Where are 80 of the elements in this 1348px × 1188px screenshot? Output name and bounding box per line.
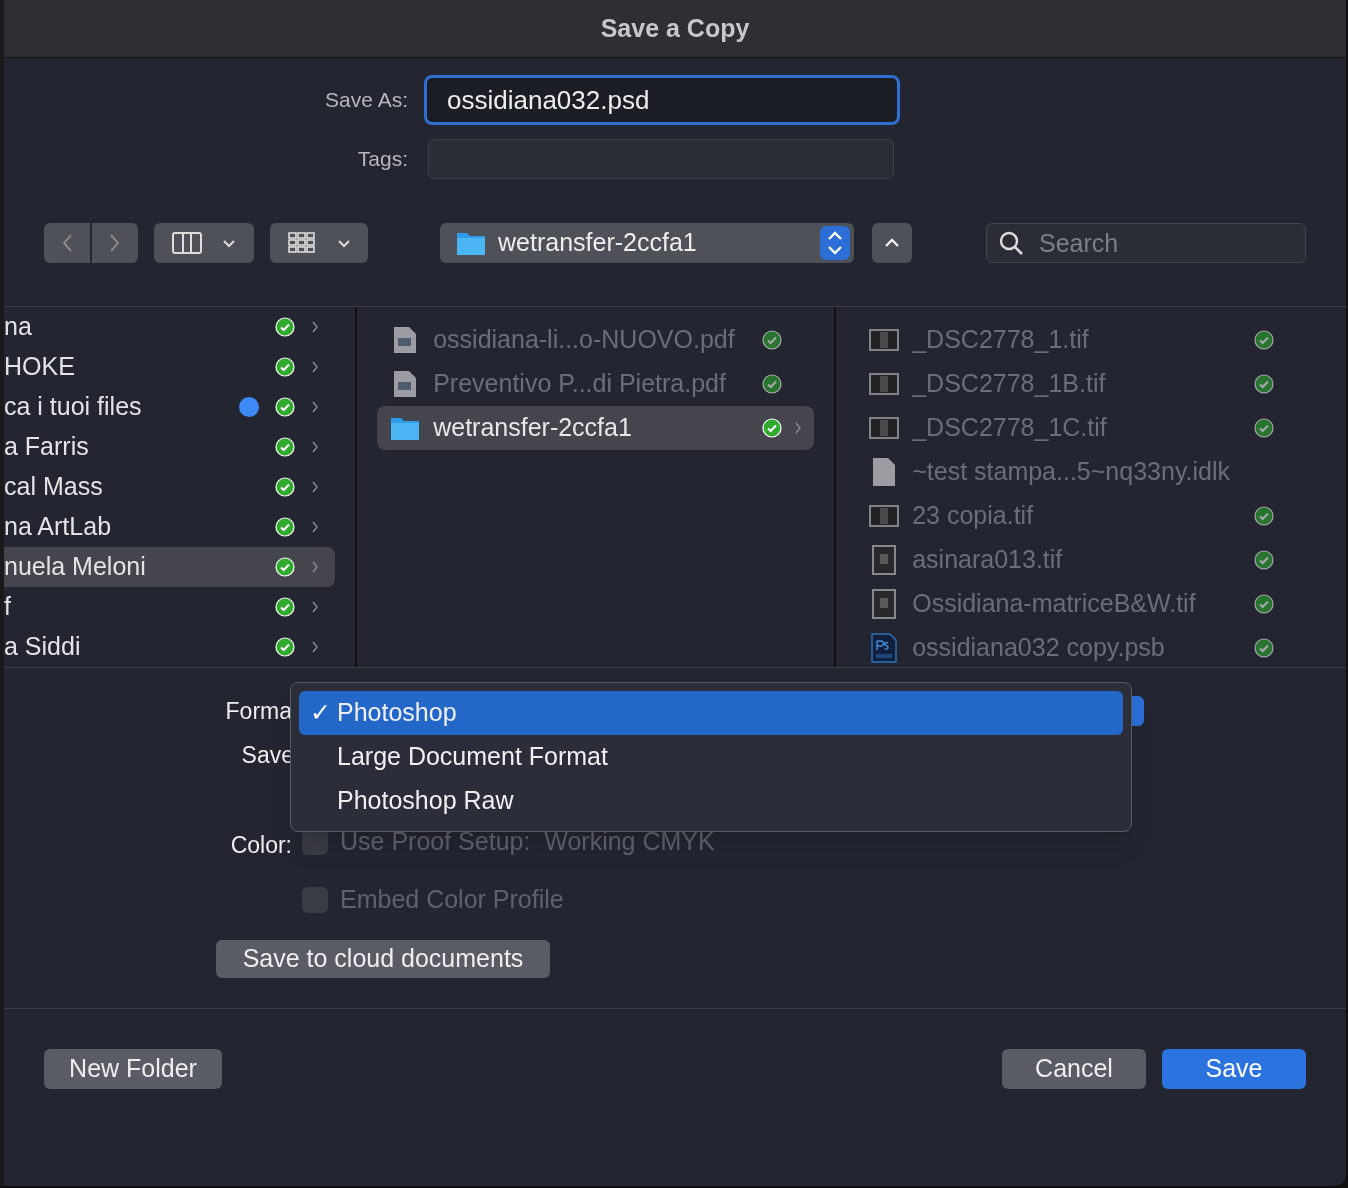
caret-down-icon: [337, 238, 351, 248]
save-button[interactable]: Save: [1162, 1049, 1306, 1089]
chevron-right-icon: [311, 401, 320, 413]
sidebar-label: na ArtLab: [4, 511, 112, 543]
columns-icon: [172, 232, 202, 254]
image-thumbnail-icon: [869, 329, 900, 351]
parent-folder-button[interactable]: [872, 223, 912, 263]
chevron-right-icon: [311, 521, 320, 533]
tags-label: Tags:: [356, 146, 409, 173]
chevron-right-icon: [311, 321, 320, 333]
cloud-documents-button[interactable]: Save to cloud documents: [216, 940, 550, 978]
sidebar-item[interactable]: nuela Meloni: [4, 547, 336, 587]
chevron-right-icon: [109, 233, 121, 253]
sidebar-label: nuela Meloni: [4, 551, 146, 583]
image-thumbnail-icon: [869, 505, 900, 527]
sidebar-label: ca i tuoi files: [4, 391, 142, 423]
chevron-right-icon: [311, 481, 320, 493]
cancel-button[interactable]: Cancel: [1002, 1049, 1146, 1089]
sidebar-item[interactable]: a Siddi: [4, 627, 336, 667]
document-icon: [872, 457, 897, 487]
group-view-button[interactable]: [270, 223, 368, 263]
file-name: Preventivo P...di Pietra.pdf: [433, 368, 726, 400]
pdf-file-icon: [393, 370, 418, 398]
save-as-field[interactable]: ossidiana032.psd: [424, 75, 900, 125]
stepper-icon: [820, 226, 850, 260]
menu-item[interactable]: ✓ Photoshop: [299, 691, 1123, 735]
image-thumbnail-icon: [872, 545, 897, 575]
file-name: wetransfer-2ccfa1: [433, 412, 632, 444]
new-folder-button[interactable]: New Folder: [44, 1049, 222, 1089]
file-name: ~test stampa...5~nq33ny.idlk: [912, 456, 1230, 488]
menu-item[interactable]: Photoshop Raw: [299, 779, 1123, 823]
grid-icon: [287, 231, 317, 255]
chevron-right-icon: [311, 361, 320, 373]
file-name: _DSC2778_1B.tif: [912, 368, 1106, 400]
image-thumbnail-icon: [872, 589, 897, 619]
sidebar-label: a Siddi: [4, 631, 81, 663]
menu-item[interactable]: Large Document Format: [299, 735, 1123, 779]
image-thumbnail-icon: [869, 373, 900, 395]
column-view-button[interactable]: [154, 223, 254, 263]
format-label: Forma: [224, 696, 293, 726]
chevron-right-icon: [794, 422, 803, 434]
save-as-label: Save As:: [324, 87, 409, 114]
tags-field[interactable]: [428, 139, 894, 179]
sidebar-label: f: [4, 591, 11, 623]
window-title: Save a Copy: [600, 12, 750, 44]
sidebar-label: a Farris: [4, 431, 89, 463]
chevron-right-icon: [311, 641, 320, 653]
search-icon: [998, 230, 1024, 256]
sidebar-label: HOKE: [4, 351, 75, 383]
color-label: Color:: [229, 831, 293, 860]
file-name: _DSC2778_1.tif: [912, 324, 1089, 356]
sidebar-item[interactable]: f: [4, 587, 336, 627]
sidebar-item[interactable]: na: [4, 307, 336, 347]
chevron-right-icon: [311, 601, 320, 613]
sidebar-item[interactable]: cal Mass: [4, 467, 336, 507]
file-name: _DSC2778_1C.tif: [912, 412, 1107, 444]
chevron-up-icon: [884, 238, 900, 248]
image-thumbnail-icon: [869, 417, 900, 439]
sidebar-item[interactable]: na ArtLab: [4, 507, 336, 547]
file-name: asinara013.tif: [912, 544, 1063, 576]
sidebar-item[interactable]: ca i tuoi files: [4, 387, 336, 427]
sidebar-item[interactable]: a Farris: [4, 427, 336, 467]
sidebar-item[interactable]: HOKE: [4, 347, 336, 387]
file-name: ossidiana032 copy.psb: [912, 632, 1165, 664]
file-name: ossidiana-li...o-NUOVO.pdf: [433, 324, 735, 356]
photoshop-file-icon: [871, 633, 898, 663]
chevron-left-icon: [61, 233, 73, 253]
folder-icon: [390, 415, 421, 441]
file-name: Ossidiana-matriceB&W.tif: [912, 588, 1196, 620]
search-field[interactable]: Search: [986, 223, 1306, 263]
location-popup[interactable]: wetransfer-2ccfa1: [440, 223, 854, 263]
file-row[interactable]: wetransfer-2ccfa1: [377, 406, 815, 450]
chevron-right-icon: [311, 441, 320, 453]
chevron-right-icon: [311, 561, 320, 573]
caret-down-icon: [222, 238, 236, 248]
pdf-file-icon: [393, 326, 418, 354]
sidebar-label: cal Mass: [4, 471, 103, 503]
file-name: 23 copia.tif: [912, 500, 1034, 532]
sidebar-label: na: [4, 311, 32, 343]
folder-icon: [456, 230, 486, 256]
